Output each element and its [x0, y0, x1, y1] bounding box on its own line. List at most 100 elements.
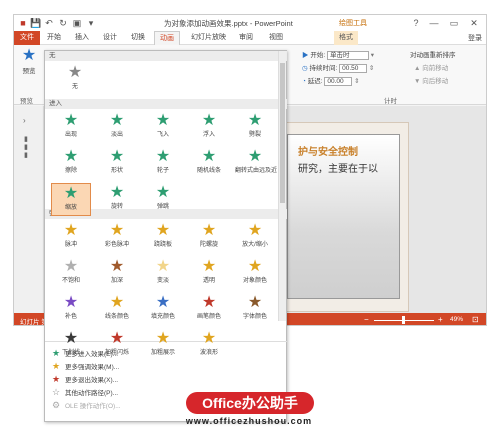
duration-input[interactable]: 00.50 — [339, 63, 368, 73]
expand-pane-icon[interactable]: › — [23, 116, 26, 125]
animation-item-emphasis[interactable]: ★ 不饱和 — [51, 257, 91, 290]
minimize-button[interactable]: — — [428, 17, 440, 29]
zoom-out-icon[interactable]: − — [364, 315, 369, 324]
star-icon: ★ — [201, 258, 217, 275]
start-dropdown-icon[interactable]: ▾ — [369, 52, 374, 59]
animation-item-label: 不饱和 — [61, 278, 80, 284]
animation-item-emphasis[interactable]: ★ 线条颜色 — [97, 293, 137, 326]
undo-icon[interactable]: ↶ — [44, 18, 54, 28]
animation-item-emphasis[interactable]: ★ 填充颜色 — [143, 293, 183, 326]
app-icon: ■ — [20, 18, 26, 28]
animation-item-emphasis[interactable]: ★ 加深 — [97, 257, 137, 290]
close-button[interactable]: ✕ — [468, 17, 480, 29]
animation-item-emphasis[interactable]: ★ 变淡 — [143, 257, 183, 290]
animation-item-emphasis[interactable]: ★ 波浪形 — [189, 329, 229, 362]
animation-item-emphasis[interactable]: ★ 陀螺旋 — [189, 221, 229, 254]
gallery-scrollbar[interactable] — [278, 51, 286, 321]
star-icon: ★ — [247, 294, 263, 311]
star-icon: ★ — [201, 112, 217, 129]
watermark: Office办公助手 www.officezhushou.com — [178, 392, 320, 430]
tab-format[interactable]: 格式 — [334, 31, 358, 45]
thumbnails-label-icon[interactable]: ▮ ▮ ▮ — [24, 136, 32, 160]
animation-item-label: 加深 — [110, 278, 123, 284]
animation-item-emphasis[interactable]: ★ 跷跷板 — [143, 221, 183, 254]
animation-item-emphasis[interactable]: ★ 画笔颜色 — [189, 293, 229, 326]
animation-item-label: 形状 — [110, 168, 123, 174]
preview-button[interactable]: ★ 预览 — [16, 47, 42, 95]
animation-item-emphasis[interactable]: ★ 加粗展示 — [143, 329, 183, 362]
zoom-in-icon[interactable]: + — [438, 315, 443, 324]
star-icon: ★ — [109, 330, 125, 347]
animation-item-enter[interactable]: ★ 劈裂 — [235, 111, 275, 144]
tab-home[interactable]: 开始 — [42, 31, 66, 45]
animation-item-enter[interactable]: ★ 出现 — [51, 111, 91, 144]
maximize-button[interactable]: ▭ — [448, 17, 460, 29]
animation-item-emphasis[interactable]: ★ 彩色脉冲 — [97, 221, 137, 254]
thumbnail-pane: › ▮ ▮ ▮ — [14, 106, 44, 313]
exit-star-icon: ★ — [51, 374, 61, 384]
animation-item-enter[interactable]: ★ 随机线条 — [189, 147, 229, 180]
animation-item-label: 缩放 — [64, 205, 77, 211]
animation-item-enter[interactable]: ★ 旋转 — [97, 183, 137, 216]
animation-item-emphasis[interactable]: ★ 下划线 — [51, 329, 91, 362]
animation-item-label: 翻转式由远及近 — [235, 168, 278, 174]
animation-item-label: 波浪形 — [199, 350, 218, 356]
animation-item-enter[interactable]: ★ 缩放 — [51, 183, 91, 216]
slide[interactable]: 护与安全控制 研究，主要在于以 — [279, 122, 409, 312]
animation-item-emphasis[interactable]: ★ 加粗闪烁 — [97, 329, 137, 362]
animation-item-enter[interactable]: ★ 擦除 — [51, 147, 91, 180]
tab-review[interactable]: 审阅 — [234, 31, 258, 45]
zoom-slider-thumb[interactable] — [402, 316, 405, 324]
animation-gallery-dropdown: 无 ★ 无 进入 强调 ★更多进入效果(E)... ★更多强调效果(M)... … — [44, 50, 287, 422]
move-earlier-button[interactable]: ▲ 向前移动 — [414, 62, 448, 72]
tab-transitions[interactable]: 切换 — [126, 31, 150, 45]
animation-item-enter[interactable]: ★ 浮入 — [189, 111, 229, 144]
more-exit-effects[interactable]: ★ 更多退出效果(X)... — [51, 373, 281, 386]
gallery-scroll-thumb[interactable] — [280, 63, 285, 203]
animation-item-label: 飞入 — [156, 132, 169, 138]
animation-item-label: 画笔颜色 — [196, 314, 221, 320]
selected-shape[interactable] — [287, 134, 400, 299]
save-icon[interactable]: 💾 — [30, 18, 41, 28]
tab-animations[interactable]: 动画 — [154, 31, 180, 45]
animation-item-none[interactable]: ★ 无 — [55, 63, 95, 96]
animation-item-emphasis[interactable]: ★ 放大/缩小 — [235, 221, 275, 254]
customize-quick-access-icon[interactable]: ▾ — [86, 18, 96, 28]
animation-item-emphasis[interactable]: ★ 脉冲 — [51, 221, 91, 254]
animation-item-enter[interactable]: ★ 轮子 — [143, 147, 183, 180]
tab-slideshow[interactable]: 幻灯片放映 — [186, 31, 231, 45]
duration-spinner-icon[interactable]: ⇕ — [367, 65, 374, 72]
star-icon: ★ — [109, 184, 125, 201]
start-select[interactable]: 单击时 — [326, 50, 369, 60]
tab-insert[interactable]: 插入 — [70, 31, 94, 45]
animation-item-emphasis[interactable]: ★ 补色 — [51, 293, 91, 326]
zoom-percent[interactable]: 49% — [450, 316, 463, 323]
animation-item-enter[interactable]: ★ 翻转式由远及近 — [235, 147, 278, 180]
animation-item-enter[interactable]: ★ 弹跳 — [143, 183, 183, 216]
watermark-logo-text: Office办公助手 — [186, 392, 314, 414]
redo-icon[interactable]: ↻ — [58, 18, 68, 28]
help-button[interactable]: ? — [410, 17, 422, 29]
animation-item-enter[interactable]: ★ 形状 — [97, 147, 137, 180]
animation-item-enter[interactable]: ★ 淡出 — [97, 111, 137, 144]
fit-slide-icon[interactable]: ⊡ — [472, 315, 479, 324]
start-slideshow-icon[interactable]: ▣ — [72, 18, 82, 28]
tab-design[interactable]: 设计 — [98, 31, 122, 45]
animation-item-emphasis[interactable]: ★ 对象颜色 — [235, 257, 275, 290]
animation-item-enter[interactable]: ★ 飞入 — [143, 111, 183, 144]
delay-spinner-icon[interactable]: ⇕ — [352, 78, 359, 85]
star-icon: ★ — [67, 64, 83, 81]
section-none-header: 无 — [45, 51, 287, 61]
animation-item-label: 放大/缩小 — [242, 242, 268, 248]
star-icon: ★ — [63, 294, 79, 311]
move-later-button[interactable]: ▼ 向后移动 — [414, 75, 448, 85]
tab-file[interactable]: 文件 — [14, 31, 40, 45]
animation-item-emphasis[interactable]: ★ 透明 — [189, 257, 229, 290]
delay-input[interactable]: 00.00 — [324, 76, 353, 86]
animation-item-emphasis[interactable]: ★ 字体颜色 — [235, 293, 275, 326]
animation-item-label: 浮入 — [202, 132, 215, 138]
ribbon-tabs: 文件 开始 插入 设计 切换 动画 幻灯片放映 审阅 视图 格式 登录 — [14, 31, 486, 45]
sign-in-link[interactable]: 登录 — [468, 33, 482, 43]
tab-view[interactable]: 视图 — [264, 31, 288, 45]
animation-item-label: 轮子 — [156, 168, 169, 174]
